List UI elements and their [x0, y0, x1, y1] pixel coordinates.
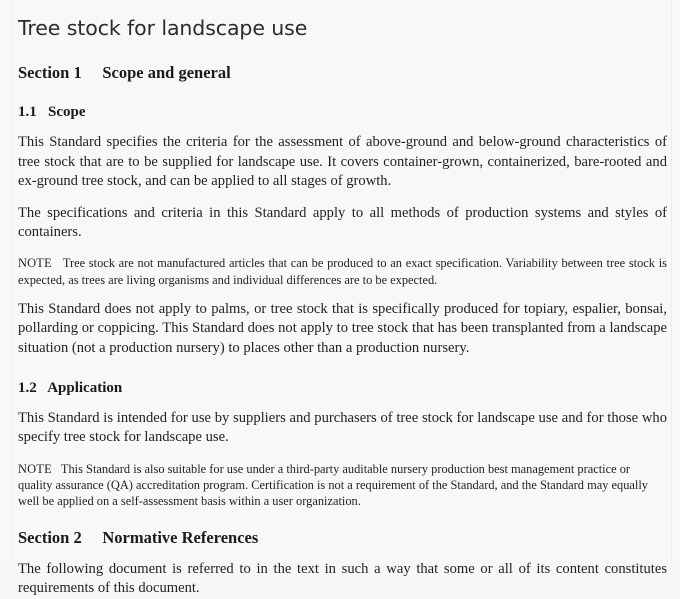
- note-gap: [52, 256, 63, 270]
- note-gap: [52, 462, 61, 476]
- note-text: This Standard is also suitable for use u…: [18, 461, 648, 508]
- note-block: NOTE Tree stock are not manufactured art…: [18, 242, 667, 287]
- note-label: NOTE: [18, 256, 52, 271]
- subsection-1-2-title: Application: [47, 379, 123, 396]
- section-2-heading-gap: [82, 528, 103, 547]
- paragraph: This Standard is intended for use by sup…: [18, 409, 667, 446]
- document-page: Tree stock for landscape use Section 1 S…: [0, 0, 680, 596]
- section-2-number: Section 2: [18, 528, 82, 548]
- paragraph: This Standard specifies the criteria for…: [18, 134, 667, 190]
- paragraph: The specifications and criteria in this …: [18, 204, 667, 241]
- subsection-heading-1-2: 1.2 Application: [18, 358, 667, 397]
- section-1-number: Section 1: [18, 62, 82, 82]
- section-1-heading-gap: [82, 63, 103, 82]
- subsection-1-1-number: 1.1: [18, 104, 37, 121]
- section-1-title: Scope and general: [102, 62, 231, 82]
- note-label: NOTE: [18, 461, 52, 476]
- subsection-heading-1-1: 1.1 Scope: [18, 82, 667, 121]
- subsection-1-1-title: Scope: [48, 104, 86, 121]
- section-heading-1: Section 1 Scope and general: [18, 42, 667, 83]
- paragraph: The following document is referred to in…: [18, 560, 667, 597]
- subsection-1-2-heading-gap: [37, 380, 47, 396]
- section-heading-2: Section 2 Normative References: [18, 509, 667, 548]
- subsection-1-2-number: 1.2: [18, 379, 37, 396]
- note-text: Tree stock are not manufactured articles…: [18, 256, 667, 287]
- paragraph: This Standard does not apply to palms, o…: [18, 300, 667, 356]
- section-2-title: Normative References: [102, 528, 259, 548]
- page-title: Tree stock for landscape use: [18, 16, 308, 40]
- note-block: NOTE This Standard is also suitable for …: [18, 448, 667, 509]
- document-content: Tree stock for landscape use Section 1 S…: [0, 0, 680, 599]
- subsection-1-1-heading-gap: [37, 104, 48, 120]
